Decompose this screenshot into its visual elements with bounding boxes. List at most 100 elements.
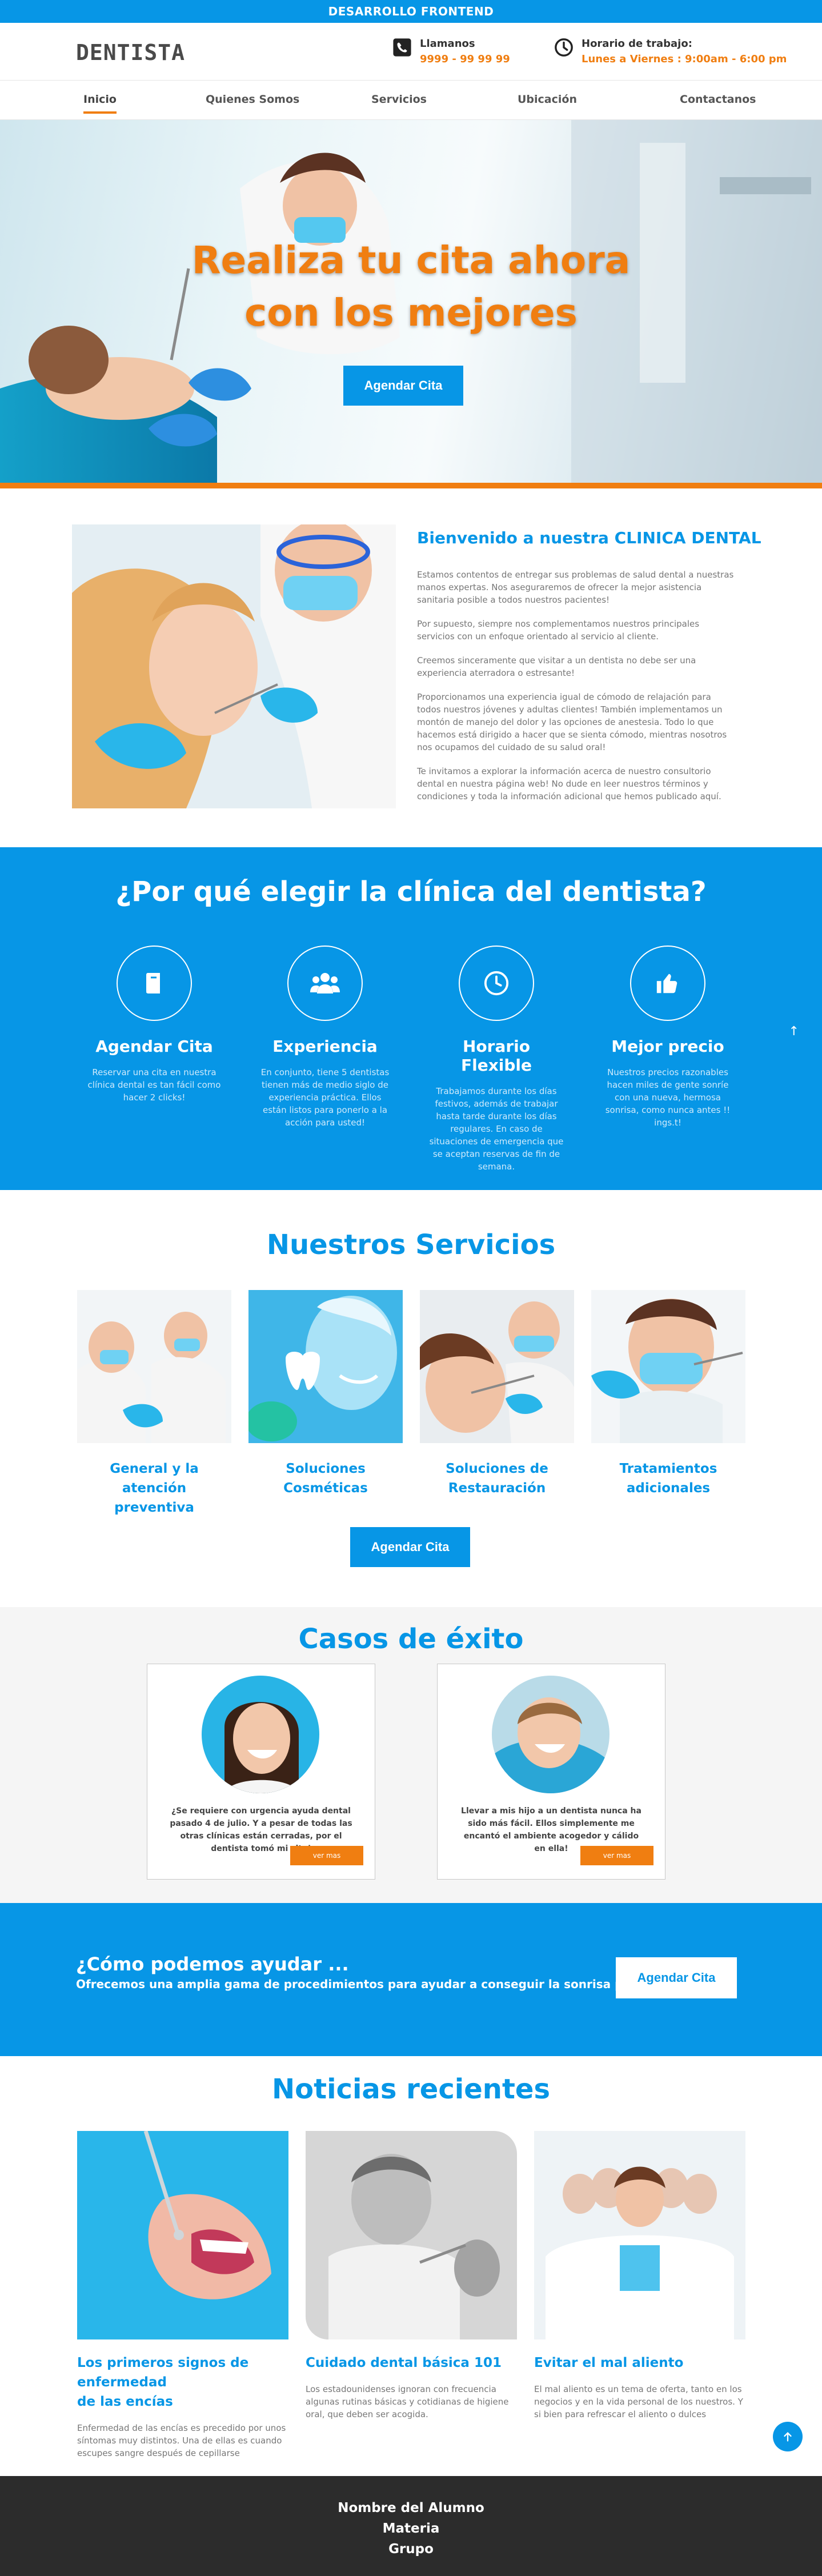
arrow-up-icon — [784, 2431, 792, 2442]
service-title-line: Cosméticas — [283, 1481, 368, 1496]
hours-label: Horario de trabajo: — [582, 38, 692, 50]
group-icon — [310, 973, 340, 993]
news-post[interactable]: Cuidado dental básica 101 Los estadounid… — [306, 2131, 517, 2421]
news-post-title-line: Los primeros signos de enfermedad — [77, 2355, 249, 2390]
news-post-title: Cuidado dental básica 101 — [306, 2353, 517, 2373]
nav-item-quienes-somos[interactable]: Quienes Somos — [206, 93, 299, 106]
top-bar: DESARROLLO FRONTEND — [0, 0, 822, 23]
service-title-line: Soluciones — [286, 1461, 366, 1476]
hero-title: Realiza tu cita ahora con los mejores — [0, 234, 822, 339]
brand-logo[interactable]: DENTISTA — [76, 40, 185, 65]
service-card[interactable]: Soluciones de Restauración — [420, 1290, 574, 1498]
news-post-title: Los primeros signos de enfermedad de las… — [77, 2353, 288, 2411]
feature-text: Reservar una cita en nuestra clínica den… — [87, 1067, 221, 1103]
welcome-section: Bienvenido a nuestra CLINICA DENTAL Esta… — [0, 488, 822, 847]
service-title: Soluciones Cosméticas — [248, 1459, 403, 1498]
phone-icon — [393, 38, 411, 57]
news-post-excerpt: El mal aliento es un tema de oferta, tan… — [534, 2384, 743, 2419]
nav-item-contactanos[interactable]: Contactanos — [680, 93, 756, 106]
feature-icon-circle — [117, 946, 192, 1021]
testimonial-card: ¿Se requiere con urgencia ayuda dental p… — [147, 1664, 375, 1880]
arrow-up-icon[interactable]: ↑ — [789, 1024, 799, 1039]
feature-icon-circle — [287, 946, 363, 1021]
services-book-button[interactable]: Agendar Cita — [350, 1527, 470, 1567]
welcome-paragraph: Proporcionamos una experiencia igual de … — [417, 692, 727, 752]
service-title: Soluciones de Restauración — [420, 1459, 574, 1498]
feature-icon-circle — [630, 946, 705, 1021]
header-hours: Horario de trabajo: Lunes a Viernes : 9:… — [554, 38, 787, 65]
welcome-paragraph: Por supuesto, siempre nos complementamos… — [417, 619, 700, 642]
feature-text: Trabajamos durante los días festivos, ad… — [429, 1086, 564, 1172]
success-cases-section: Casos de éxito ¿Se requiere con urgencia… — [0, 1607, 822, 1903]
thumbs-up-icon — [656, 973, 677, 993]
service-title-line: Soluciones de — [446, 1461, 548, 1476]
hero-title-line-1: Realiza tu cita ahora — [191, 238, 631, 282]
testimonial-avatar — [492, 1676, 610, 1793]
news-post-title-line: Cuidado dental básica 101 — [306, 2355, 502, 2370]
see-more-button[interactable]: ver mas — [290, 1846, 363, 1865]
feature-title: Agendar Cita — [95, 1037, 213, 1056]
welcome-photo — [72, 524, 396, 808]
news-post[interactable]: Evitar el mal aliento El mal aliento es … — [534, 2131, 745, 2421]
hours-value: Lunes a Viernes : 9:00am - 6:00 pm — [582, 53, 787, 65]
welcome-text: Estamos contentos de entregar sus proble… — [417, 568, 737, 814]
book-icon — [146, 973, 160, 994]
feature-title: Experiencia — [272, 1037, 378, 1056]
clock-icon — [484, 971, 509, 996]
welcome-paragraph: Estamos contentos de entregar sus proble… — [417, 570, 734, 605]
nav-item-servicios[interactable]: Servicios — [371, 93, 427, 106]
service-image — [77, 1290, 231, 1443]
cta-book-button[interactable]: Agendar Cita — [616, 1957, 737, 1998]
header: DENTISTA Llamanos 9999 - 99 99 99 Horari… — [0, 23, 822, 80]
back-to-top-button[interactable] — [773, 2422, 803, 2451]
clock-icon — [555, 38, 573, 57]
footer-student-name: Nombre del Alumno — [338, 2501, 484, 2515]
service-title: Tratamientos adicionales — [591, 1459, 745, 1498]
service-image — [591, 1290, 745, 1443]
news-post[interactable]: Los primeros signos de enfermedad de las… — [77, 2131, 288, 2459]
service-image — [248, 1290, 403, 1443]
service-image — [420, 1290, 574, 1443]
nav-item-inicio[interactable]: Inicio — [83, 93, 117, 114]
nav-item-ubicacion[interactable]: Ubicación — [518, 93, 577, 106]
feature-horario-flexible: Horario Flexible Trabajamos durante los … — [428, 946, 565, 1173]
services-title: Nuestros Servicios — [266, 1229, 556, 1261]
welcome-title: Bienvenido a nuestra CLINICA DENTAL — [417, 528, 761, 547]
hero-book-button[interactable]: Agendar Cita — [343, 366, 463, 406]
phone-value[interactable]: 9999 - 99 99 99 — [420, 53, 510, 65]
service-card[interactable]: Soluciones Cosméticas — [248, 1290, 403, 1498]
news-image — [306, 2131, 517, 2339]
testimonial-avatar — [202, 1676, 319, 1793]
service-title: General y la atención preventiva — [77, 1459, 231, 1517]
feature-text: Nuestros precios razonables hacen miles … — [605, 1067, 731, 1128]
welcome-paragraph: Te invitamos a explorar la información a… — [417, 766, 721, 802]
feature-mejor-precio: Mejor precio Nuestros precios razonables… — [599, 946, 736, 1129]
footer-group: Grupo — [388, 2542, 434, 2557]
feature-title: Horario Flexible — [460, 1037, 532, 1075]
footer: Nombre del Alumno Materia Grupo — [0, 2476, 822, 2576]
footer-subject: Materia — [382, 2521, 440, 2536]
service-title-line: General y la atención — [110, 1461, 199, 1496]
main-nav: Inicio Quienes Somos Servicios Ubicación… — [0, 80, 822, 120]
hero-banner: Realiza tu cita ahora con los mejores Ag… — [0, 120, 822, 488]
news-post-excerpt: Los estadounidenses ignoran con frecuenc… — [306, 2384, 509, 2419]
service-title-line: Tratamientos — [619, 1461, 717, 1476]
feature-icon-circle — [459, 946, 534, 1021]
feature-agendar-cita: Agendar Cita Reservar una cita en nuestr… — [86, 946, 223, 1104]
service-card[interactable]: General y la atención preventiva — [77, 1290, 231, 1517]
see-more-button[interactable]: ver mas — [580, 1846, 653, 1865]
page: DESARROLLO FRONTEND DENTISTA Llamanos 99… — [0, 0, 822, 2576]
testimonial-card: Llevar a mis hijo a un dentista nunca ha… — [437, 1664, 665, 1880]
why-title: ¿Por qué elegir la clínica del dentista? — [115, 876, 707, 908]
service-card[interactable]: Tratamientos adicionales — [591, 1290, 745, 1498]
services-section: Nuestros Servicios General y la atención… — [0, 1190, 822, 1607]
feature-title: Mejor precio — [611, 1037, 724, 1056]
service-title-line: adicionales — [626, 1481, 711, 1496]
welcome-paragraph: Creemos sinceramente que visitar a un de… — [417, 655, 696, 678]
news-title: Noticias recientes — [271, 2073, 551, 2105]
hero-title-line-2: con los mejores — [244, 291, 578, 335]
news-section: Noticias recientes Los primeros signos d… — [0, 2056, 822, 2476]
news-image — [534, 2131, 745, 2339]
header-phone[interactable]: Llamanos 9999 - 99 99 99 — [392, 38, 510, 65]
cta-title: ¿Cómo podemos ayudar ... — [76, 1953, 349, 1975]
